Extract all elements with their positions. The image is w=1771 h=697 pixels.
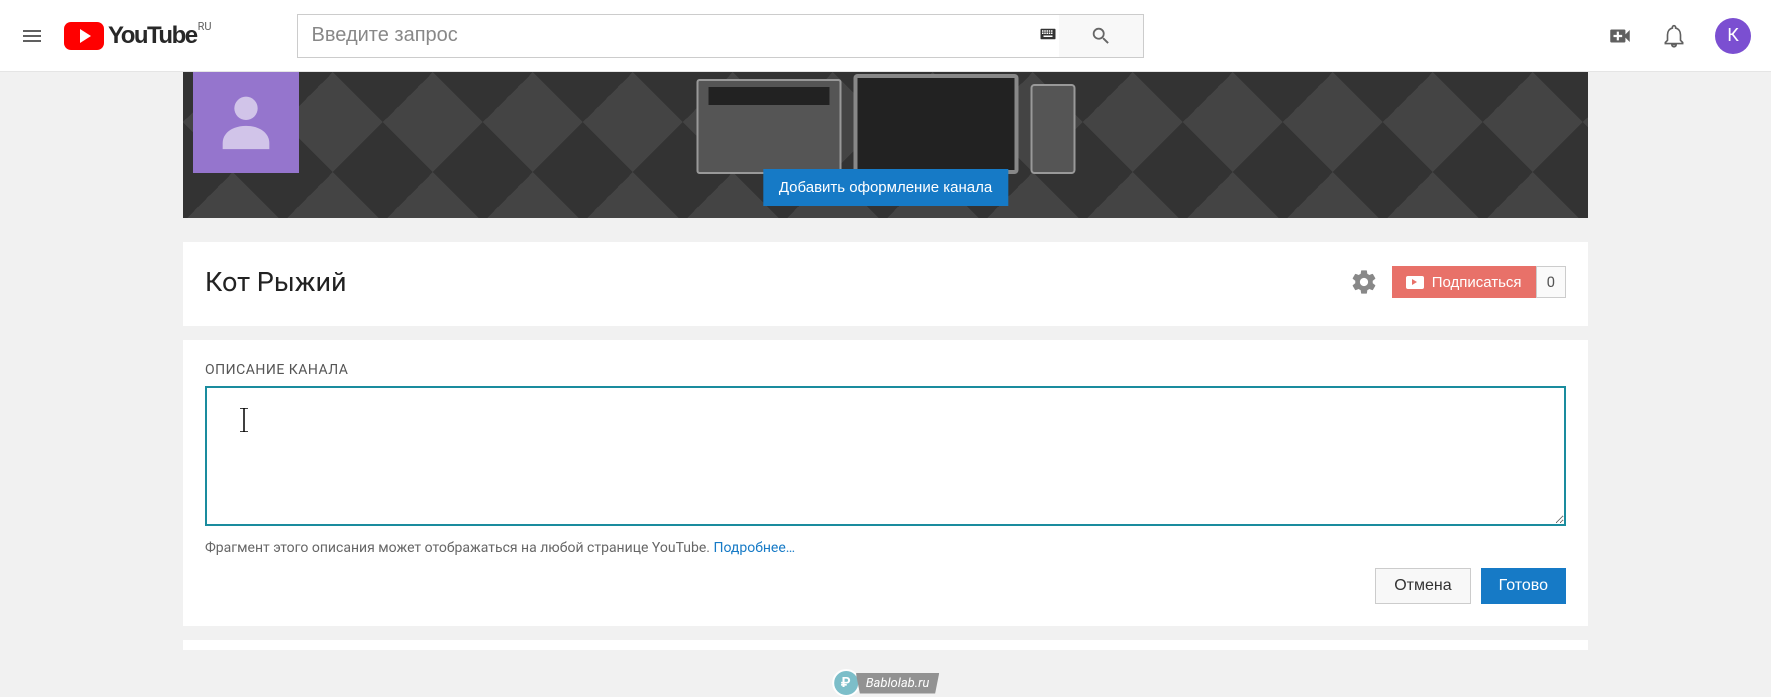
- header-actions: К: [1607, 18, 1751, 54]
- youtube-play-icon: [64, 22, 104, 50]
- avatar-initial: К: [1727, 25, 1739, 46]
- subscribe-widget: Подписаться 0: [1392, 266, 1566, 298]
- next-card-top: [183, 640, 1588, 650]
- watermark-badge: ₽: [832, 669, 860, 697]
- search-button[interactable]: [1059, 14, 1144, 58]
- main-content: Добавить оформление канала Кот Рыжий Под…: [183, 72, 1588, 650]
- device-preview-graphic: [696, 74, 1075, 174]
- description-label: ОПИСАНИЕ КАНАЛА: [205, 362, 1566, 378]
- subscribe-label: Подписаться: [1432, 274, 1522, 291]
- youtube-logo[interactable]: YouTube RU: [64, 22, 212, 50]
- done-button[interactable]: Готово: [1481, 568, 1566, 604]
- tv-icon: [853, 74, 1018, 174]
- cancel-button[interactable]: Отмена: [1375, 568, 1470, 604]
- description-hint: Фрагмент этого описания может отображать…: [205, 540, 1566, 556]
- watermark: ₽ Bablolab.ru: [832, 669, 940, 697]
- channel-name: Кот Рыжий: [205, 266, 347, 298]
- create-video-icon[interactable]: [1607, 23, 1633, 49]
- channel-header-row: Кот Рыжий Подписаться 0: [183, 242, 1588, 326]
- laptop-icon: [696, 79, 841, 174]
- channel-actions: Подписаться 0: [1350, 266, 1566, 298]
- app-header: YouTube RU К: [0, 0, 1771, 72]
- search-container: [297, 14, 1144, 58]
- channel-banner: Добавить оформление канала: [183, 72, 1588, 218]
- hint-text: Фрагмент этого описания может отображать…: [205, 540, 713, 556]
- phone-icon: [1030, 84, 1075, 174]
- gear-icon: [1350, 268, 1378, 296]
- youtube-play-icon-small: [1406, 276, 1424, 289]
- channel-description-textarea[interactable]: [205, 386, 1566, 526]
- search-input[interactable]: [297, 14, 1077, 58]
- channel-settings-button[interactable]: [1350, 268, 1378, 296]
- learn-more-link[interactable]: Подробнее…: [713, 540, 795, 556]
- subscribe-button[interactable]: Подписаться: [1392, 266, 1536, 298]
- description-editor-card: ОПИСАНИЕ КАНАЛА Фрагмент этого описания …: [183, 340, 1588, 626]
- add-channel-art-button[interactable]: Добавить оформление канала: [763, 169, 1008, 206]
- logo-region: RU: [198, 20, 212, 33]
- subscriber-count: 0: [1536, 266, 1566, 298]
- hamburger-menu-button[interactable]: [20, 24, 44, 48]
- watermark-text: Bablolab.ru: [856, 673, 940, 694]
- notifications-icon[interactable]: [1661, 23, 1687, 49]
- menu-icon: [20, 24, 44, 48]
- person-icon: [211, 85, 281, 155]
- search-icon: [1090, 25, 1112, 47]
- channel-avatar-placeholder: [193, 72, 299, 173]
- editor-buttons: Отмена Готово: [205, 568, 1566, 604]
- user-avatar[interactable]: К: [1715, 18, 1751, 54]
- logo-text: YouTube: [108, 22, 197, 50]
